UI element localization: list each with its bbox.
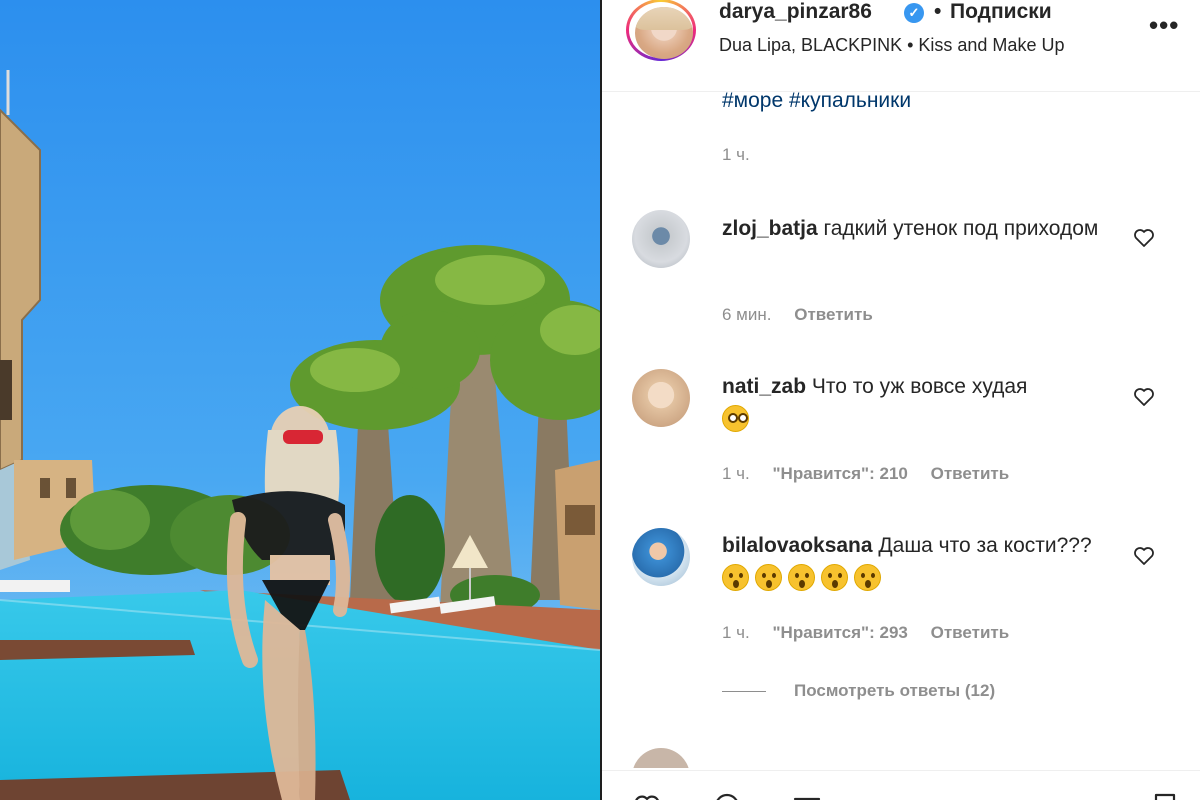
pool-scene-image [0, 0, 600, 800]
comment-username[interactable]: bilalovaoksana [722, 534, 873, 557]
caption-hashtags[interactable]: #море #купальники [722, 88, 911, 114]
comment-avatar[interactable] [632, 210, 690, 268]
replies-divider [722, 691, 766, 692]
share-icon[interactable] [792, 791, 822, 800]
comment-username[interactable]: zloj_batja [722, 217, 818, 240]
heart-outline-icon[interactable] [1132, 226, 1156, 250]
comment-body: Что то уж вовсе худая [811, 375, 1028, 398]
astonished-face-emoji [854, 564, 881, 591]
post-header: darya_pinzar86 ✓ • Подписки Dua Lipa, BL… [602, 0, 1200, 92]
author-username[interactable]: darya_pinzar86 [719, 0, 872, 24]
comment-text: zloj_batja гадкий утенок под приходом [722, 212, 1102, 246]
astonished-face-emoji [788, 564, 815, 591]
comment-body: гадкий утенок под приходом [823, 217, 1099, 240]
comment-avatar[interactable] [632, 528, 690, 586]
post-media-video[interactable] [0, 0, 600, 800]
view-replies-button[interactable]: Посмотреть ответы (12) [794, 680, 995, 702]
heart-icon[interactable] [632, 791, 662, 800]
post-details-panel: darya_pinzar86 ✓ • Подписки Dua Lipa, BL… [602, 0, 1200, 800]
astonished-face-emoji [722, 564, 749, 591]
comment-likes[interactable]: "Нравится": 293 [773, 623, 908, 642]
music-track-link[interactable]: Dua Lipa, BLACKPINK • Kiss and Make Up [719, 34, 1064, 56]
bookmark-icon[interactable] [1150, 791, 1180, 800]
comment-meta: 1 ч. "Нравится": 210 Ответить [722, 463, 1027, 485]
comment-avatar-partial[interactable] [632, 748, 690, 768]
comment-time[interactable]: 1 ч. [722, 623, 750, 642]
reply-button[interactable]: Ответить [794, 305, 873, 324]
comment-text: nati_zab Что то уж вовсе худая [722, 370, 1102, 438]
caption-timestamp[interactable]: 1 ч. [722, 144, 750, 166]
astonished-face-emoji [755, 564, 782, 591]
following-button[interactable]: Подписки [950, 0, 1052, 24]
post-actions-bar [602, 770, 1200, 800]
comment-text: bilalovaoksana Даша что за кости??? [722, 529, 1102, 597]
reply-button[interactable]: Ответить [931, 464, 1010, 483]
verified-badge-icon: ✓ [904, 3, 924, 23]
comment-likes[interactable]: "Нравится": 210 [773, 464, 908, 483]
comment-body: Даша что за кости??? [878, 534, 1092, 557]
heart-outline-icon[interactable] [1132, 544, 1156, 568]
comment-meta: 6 мин. Ответить [722, 304, 891, 326]
author-avatar-photo [635, 7, 693, 59]
comment-username[interactable]: nati_zab [722, 375, 806, 398]
astonished-face-emoji [821, 564, 848, 591]
comment-time[interactable]: 1 ч. [722, 464, 750, 483]
follow-separator: • [934, 0, 942, 23]
comment-avatar[interactable] [632, 369, 690, 427]
comment-icon[interactable] [712, 791, 742, 800]
author-avatar[interactable] [626, 0, 696, 61]
reply-button[interactable]: Ответить [931, 623, 1010, 642]
heart-outline-icon[interactable] [1132, 385, 1156, 409]
comment-meta: 1 ч. "Нравится": 293 Ответить [722, 622, 1027, 644]
comment-time[interactable]: 6 мин. [722, 305, 771, 324]
flushed-face-emoji [722, 405, 749, 432]
more-horizontal-icon[interactable]: ••• [1149, 12, 1179, 38]
